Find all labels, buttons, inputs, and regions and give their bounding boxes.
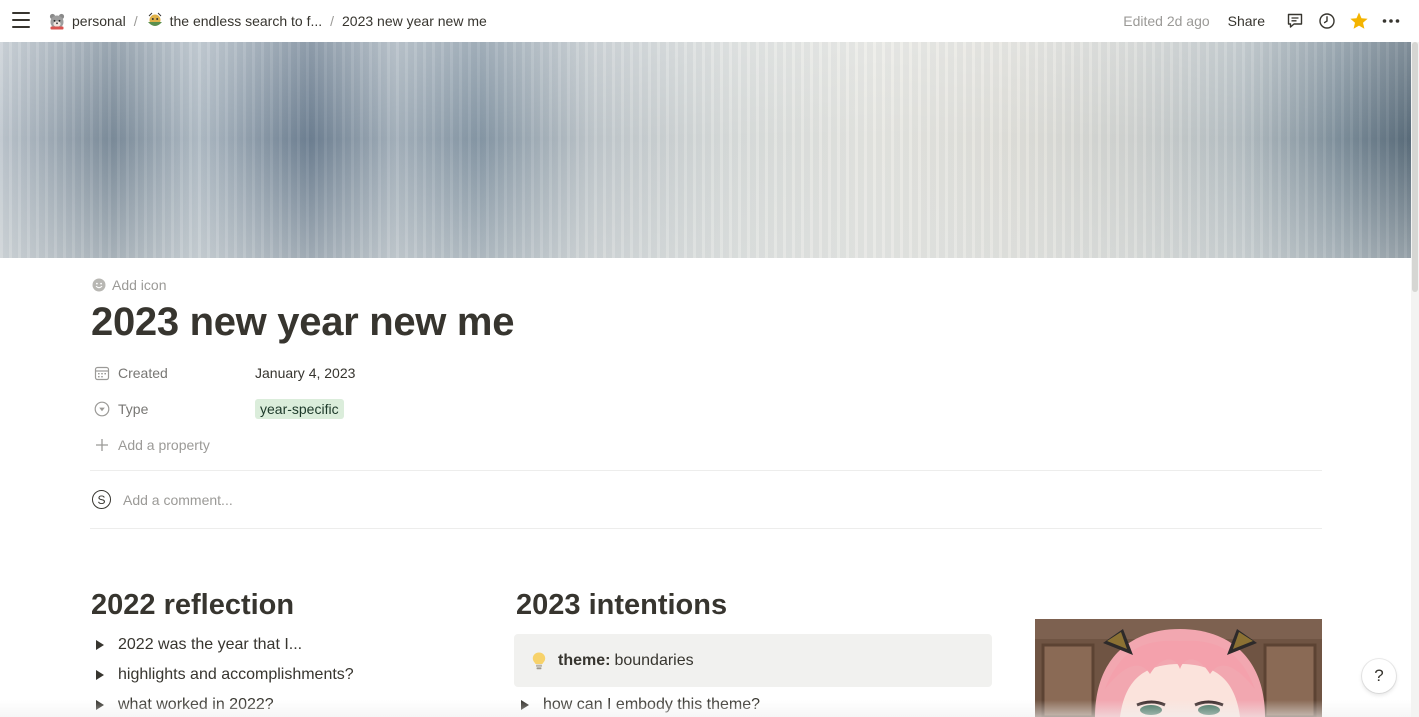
plus-icon xyxy=(96,439,108,451)
toggle-label: 2022 was the year that I... xyxy=(118,636,303,653)
toggle-block[interactable]: how can I embody this theme? xyxy=(517,696,760,714)
toggle-label: how can I embody this theme? xyxy=(543,696,761,713)
sidebar-toggle-icon[interactable] xyxy=(12,12,30,28)
theme-callout[interactable]: theme: boundaries xyxy=(514,634,992,687)
scrollbar[interactable] xyxy=(1411,42,1419,717)
reflection-heading: 2022 reflection xyxy=(91,589,295,621)
clock-history-icon[interactable] xyxy=(1317,11,1337,31)
top-bar: personal / the endless search to f... / … xyxy=(0,0,1419,42)
star-icon[interactable] xyxy=(1349,11,1369,31)
property-row-created[interactable]: Created January 4, 2023 xyxy=(94,361,355,385)
comment-input-row[interactable]: S Add a comment... xyxy=(92,490,233,509)
add-icon-label: Add icon xyxy=(112,277,167,293)
property-name-label: Created xyxy=(118,365,168,381)
breadcrumb-label: personal xyxy=(72,13,126,29)
toggle-triangle-icon[interactable] xyxy=(96,640,104,650)
toggle-block[interactable]: 2022 was the year that I... xyxy=(92,636,302,654)
toggle-block[interactable]: highlights and accomplishments? xyxy=(92,666,354,684)
breadcrumb-item-endless-search[interactable]: the endless search to f... xyxy=(142,10,327,32)
user-avatar: S xyxy=(92,490,111,509)
property-row-type[interactable]: Type year-specific xyxy=(94,397,344,421)
more-icon[interactable] xyxy=(1381,11,1401,31)
add-property-button[interactable]: Add a property xyxy=(94,437,210,453)
add-icon-button[interactable]: Add icon xyxy=(92,277,166,293)
add-property-label: Add a property xyxy=(118,437,210,453)
edited-timestamp: Edited 2d ago xyxy=(1123,13,1210,29)
breadcrumb-separator: / xyxy=(330,13,335,29)
help-button[interactable]: ? xyxy=(1362,659,1396,693)
bowl-emoji-icon xyxy=(147,12,162,26)
toggle-triangle-icon[interactable] xyxy=(521,700,529,710)
divider xyxy=(90,470,1322,471)
created-date-value[interactable]: January 4, 2023 xyxy=(255,365,355,381)
toggle-block[interactable]: what worked in 2022? xyxy=(92,696,274,714)
toggle-label: what worked in 2022? xyxy=(118,696,274,713)
select-icon xyxy=(94,401,110,417)
lightbulb-icon[interactable] xyxy=(528,650,550,672)
comment-input[interactable]: Add a comment... xyxy=(123,492,233,508)
callout-text: boundaries xyxy=(614,651,694,669)
breadcrumb-label: 2023 new year new me xyxy=(342,13,487,29)
anime-girl-picture xyxy=(1035,619,1322,717)
comment-icon[interactable] xyxy=(1285,11,1305,31)
breadcrumb-item-personal[interactable]: personal xyxy=(44,10,130,32)
bear-emoji-icon xyxy=(49,13,65,30)
type-tag[interactable]: year-specific xyxy=(255,399,344,419)
toggle-triangle-icon[interactable] xyxy=(96,700,104,710)
calendar-icon xyxy=(94,366,110,381)
breadcrumb-item-current-page[interactable]: 2023 new year new me xyxy=(338,11,491,31)
toggle-triangle-icon[interactable] xyxy=(96,670,104,680)
intentions-heading: 2023 intentions xyxy=(516,589,728,621)
top-bar-actions: Edited 2d ago Share xyxy=(1123,0,1407,42)
smiley-icon xyxy=(92,278,106,292)
property-name: Created xyxy=(94,365,255,381)
anime-character-image[interactable] xyxy=(1035,619,1322,717)
property-name-label: Type xyxy=(118,401,149,417)
property-name: Type xyxy=(94,401,255,417)
breadcrumb-label: the endless search to f... xyxy=(169,13,323,29)
scrollbar-thumb[interactable] xyxy=(1412,42,1418,292)
breadcrumb: personal / the endless search to f... / … xyxy=(44,0,491,42)
page-title[interactable]: 2023 new year new me xyxy=(91,300,514,345)
divider xyxy=(90,528,1322,529)
callout-bold-label: theme: xyxy=(558,651,611,669)
page-cover-image[interactable] xyxy=(0,42,1411,258)
breadcrumb-separator: / xyxy=(133,13,138,29)
toggle-label: highlights and accomplishments? xyxy=(118,666,354,683)
share-button[interactable]: Share xyxy=(1228,13,1265,29)
